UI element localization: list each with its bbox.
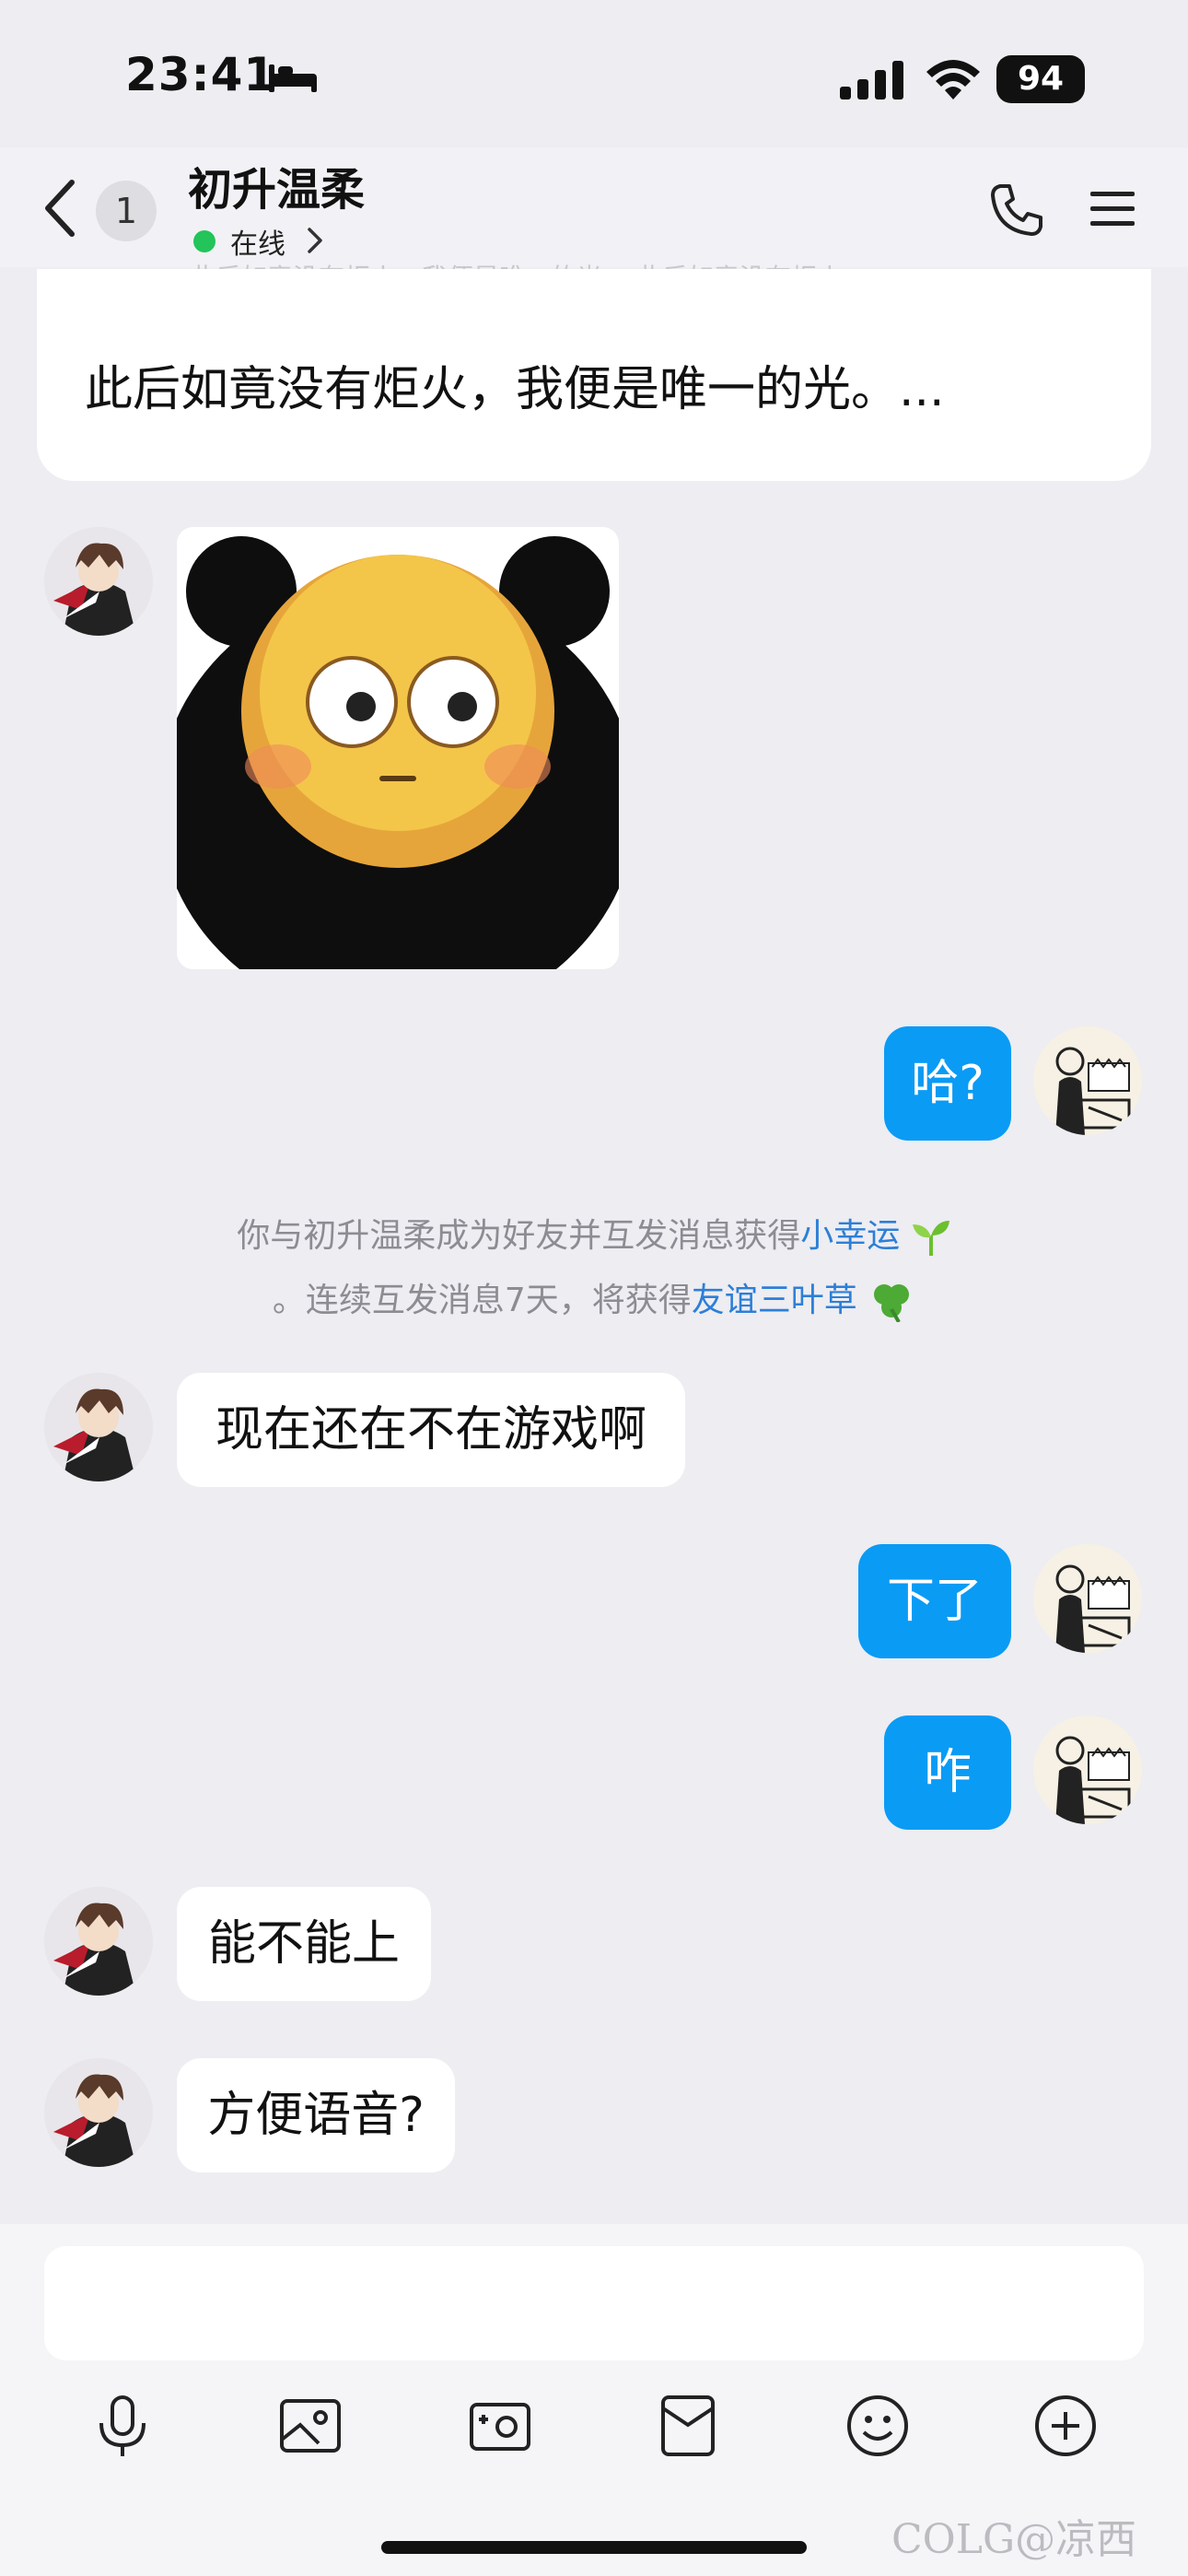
notice-text: 你与初升温柔成为好友并互发消息获得: [237, 1217, 801, 1255]
friend-avatar[interactable]: [44, 2058, 153, 2167]
friend-avatar[interactable]: [44, 527, 153, 636]
plus-more-icon[interactable]: [1031, 2392, 1100, 2460]
my-avatar[interactable]: [1033, 1715, 1142, 1824]
more-menu-icon[interactable]: [1089, 188, 1136, 230]
camera-icon[interactable]: [466, 2392, 534, 2460]
system-notice-line1: 你与初升温柔成为好友并互发消息获得小幸运: [0, 1209, 1188, 1257]
battery-tip: [1079, 70, 1085, 88]
friend-avatar[interactable]: [44, 1373, 153, 1481]
watermark-text: COLG@凉西: [891, 2516, 1137, 2563]
anime-character-avatar-icon: [44, 1373, 153, 1481]
message-input[interactable]: [44, 2246, 1144, 2360]
chat-title[interactable]: 初升温柔: [188, 153, 365, 217]
outgoing-message-bubble[interactable]: 哈?: [884, 1026, 1011, 1141]
sleep-focus-icon: [269, 64, 317, 92]
home-indicator[interactable]: [381, 2541, 807, 2554]
back-chevron-icon[interactable]: [41, 179, 77, 238]
system-notice-line2: 。连续互发消息7天，将获得友谊三叶草: [0, 1273, 1188, 1323]
notice-text: 。连续互发消息7天，将获得: [272, 1282, 692, 1319]
image-gallery-icon[interactable]: [276, 2392, 344, 2460]
anime-character-avatar-icon: [44, 2058, 153, 2167]
online-status-dot: [193, 230, 215, 252]
incoming-message-bubble[interactable]: 方便语音?: [177, 2058, 455, 2172]
chevron-right-icon[interactable]: [306, 227, 324, 254]
clover-icon: [874, 1284, 910, 1323]
my-avatar[interactable]: [1033, 1026, 1142, 1135]
anime-character-avatar-icon: [44, 1887, 153, 1996]
status-time: 23:41: [125, 48, 277, 101]
sketch-character-avatar-icon: [1033, 1715, 1142, 1824]
notice-link-lucky[interactable]: 小幸运: [800, 1217, 900, 1255]
emoji-sticker-image[interactable]: [177, 527, 619, 969]
incoming-message-bubble[interactable]: 能不能上: [177, 1887, 431, 2001]
wifi-icon: [926, 60, 980, 100]
incoming-message-bubble[interactable]: 现在还在不在游戏啊: [177, 1373, 685, 1487]
red-packet-icon[interactable]: [654, 2392, 722, 2460]
my-avatar[interactable]: [1033, 1544, 1142, 1653]
pinned-message-text: 此后如竟没有炬火，我便是唯一的光。...: [85, 362, 945, 417]
microphone-icon[interactable]: [88, 2392, 157, 2460]
sketch-character-avatar-icon: [1033, 1544, 1142, 1653]
online-status-text[interactable]: 在线: [230, 221, 285, 262]
cellular-signal-icon: [840, 61, 903, 100]
friend-avatar[interactable]: [44, 1887, 153, 1996]
outgoing-message-bubble[interactable]: 下了: [858, 1544, 1011, 1658]
sprout-icon: [912, 1221, 949, 1256]
unread-count-badge[interactable]: 1: [96, 181, 157, 241]
anime-character-avatar-icon: [44, 527, 153, 636]
emoji-icon[interactable]: [844, 2392, 912, 2460]
battery-indicator: 94: [996, 55, 1085, 103]
phone-call-icon[interactable]: [987, 181, 1046, 240]
sketch-character-avatar-icon: [1033, 1026, 1142, 1135]
outgoing-message-bubble[interactable]: 咋: [884, 1715, 1011, 1830]
notice-link-clover[interactable]: 友谊三叶草: [692, 1282, 857, 1319]
shocked-face-sticker-icon: [177, 527, 619, 969]
